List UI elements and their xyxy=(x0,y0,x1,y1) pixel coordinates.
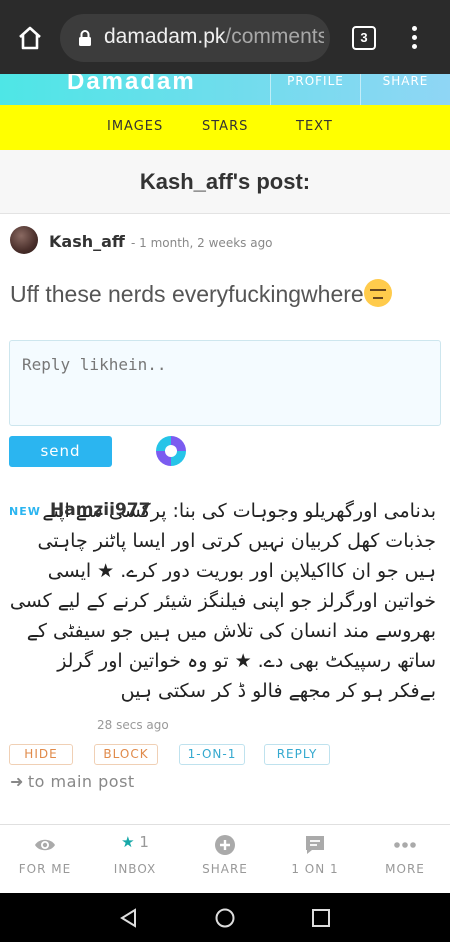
send-button[interactable]: send xyxy=(9,436,112,467)
lock-icon xyxy=(79,30,91,46)
reply-input[interactable] xyxy=(10,341,440,425)
nav-more[interactable]: MORE xyxy=(360,825,450,894)
stars-link[interactable]: STARS xyxy=(202,119,248,134)
back-triangle-icon[interactable] xyxy=(118,907,140,929)
tab-switcher-button[interactable]: 3 xyxy=(352,26,376,50)
home-icon[interactable] xyxy=(16,24,44,52)
address-bar[interactable]: damadam.pk/comments xyxy=(60,14,330,62)
system-navigation-bar xyxy=(0,893,450,942)
reply-button[interactable]: REPLY xyxy=(264,744,330,765)
loading-spinner-icon xyxy=(156,436,186,466)
block-button[interactable]: BLOCK xyxy=(94,744,158,765)
profile-link[interactable]: PROFILE xyxy=(270,74,360,105)
arrow-right-icon: ➜ xyxy=(10,772,24,791)
browser-toolbar: damadam.pk/comments 3 xyxy=(0,0,450,74)
post-text: Uff these nerds everyfuckingwhere xyxy=(10,281,364,307)
reply-box xyxy=(9,340,441,426)
inbox-count: 1 xyxy=(139,833,149,851)
site-header: Damadam PROFILE SHARE xyxy=(0,74,450,105)
post-author-row: Kash_aff - 1 month, 2 weeks ago xyxy=(0,215,450,265)
home-circle-icon[interactable] xyxy=(214,907,236,929)
nav-one-on-one[interactable]: 1 ON 1 xyxy=(270,825,360,894)
more-dots-icon xyxy=(394,842,416,848)
bottom-navigation: FOR ME ★ 1 INBOX SHARE 1 ON 1 MORE xyxy=(0,824,450,893)
back-link-label: to main post xyxy=(27,772,135,791)
post-timestamp: - 1 month, 2 weeks ago xyxy=(131,236,273,250)
browser-menu-icon[interactable] xyxy=(404,24,424,52)
nav-label: 1 ON 1 xyxy=(291,862,339,876)
nav-label: SHARE xyxy=(202,862,248,876)
nav-inbox[interactable]: ★ 1 INBOX xyxy=(90,825,180,894)
plus-circle-icon xyxy=(215,835,235,855)
eye-icon xyxy=(35,839,55,851)
post-body: Uff these nerds everyfuckingwhere xyxy=(10,279,440,308)
new-badge: NEW xyxy=(9,505,41,518)
post-author-name[interactable]: Kash_aff xyxy=(49,232,125,251)
nav-label: INBOX xyxy=(113,862,157,876)
site-logo[interactable]: Damadam xyxy=(67,74,196,96)
inbox-indicator: ★ 1 xyxy=(90,833,180,851)
sub-nav: IMAGES STARS TEXT xyxy=(0,105,450,150)
images-link[interactable]: IMAGES xyxy=(107,119,163,134)
one-on-one-button[interactable]: 1-ON-1 xyxy=(179,744,245,765)
url-text: damadam.pk/comments xyxy=(104,25,324,48)
nav-label: MORE xyxy=(385,862,425,876)
hide-button[interactable]: HIDE xyxy=(9,744,73,765)
back-to-main-post-link[interactable]: ➜ to main post xyxy=(10,772,135,791)
nav-share[interactable]: SHARE xyxy=(180,825,270,894)
comment-author-name[interactable]: Hamzii977 xyxy=(50,500,150,520)
text-link[interactable]: TEXT xyxy=(296,119,333,134)
avatar[interactable] xyxy=(10,226,38,254)
comment-text: بدنامی اورگھریلو وجوہات کی بنا: پرکسی سے… xyxy=(9,500,436,702)
comment-actions: HIDE BLOCK 1-ON-1 REPLY xyxy=(0,744,450,766)
page-title: Kash_aff's post: xyxy=(0,150,450,214)
star-icon: ★ xyxy=(121,833,135,851)
expressionless-face-emoji-icon xyxy=(363,279,392,307)
nav-for-me[interactable]: FOR ME xyxy=(0,825,90,894)
comment-timestamp: 28 secs ago xyxy=(97,718,169,732)
nav-label: FOR ME xyxy=(18,862,72,876)
share-link[interactable]: SHARE xyxy=(360,74,450,105)
chat-bubble-icon xyxy=(306,836,324,854)
recents-square-icon[interactable] xyxy=(310,907,332,929)
